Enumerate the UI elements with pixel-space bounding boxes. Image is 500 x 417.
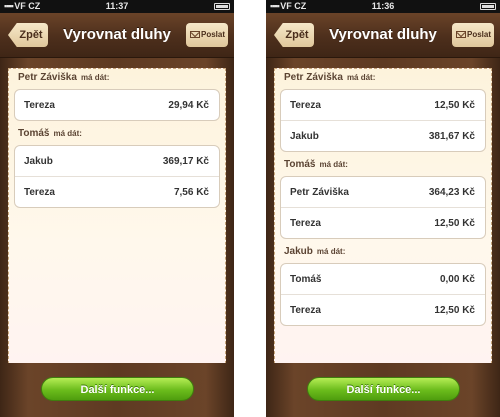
debt-group: Tereza 12,50 Kč Jakub 381,67 Kč <box>280 89 486 152</box>
send-button[interactable]: Poslat <box>186 23 228 47</box>
nav-bar: Zpět Vyrovnat dluhy Poslat <box>0 13 234 58</box>
debt-group: Petr Záviška 364,23 Kč Tereza 12,50 Kč <box>280 176 486 239</box>
send-button-label: Poslat <box>467 30 492 39</box>
creditor-name: Tereza <box>290 304 321 316</box>
debt-group: Tereza 29,94 Kč <box>14 89 220 121</box>
page-title: Vyrovnat dluhy <box>329 26 437 43</box>
table-row[interactable]: Tereza 12,50 Kč <box>281 90 485 120</box>
nav-bar: Zpět Vyrovnat dluhy Poslat <box>266 13 500 58</box>
amount: 12,50 Kč <box>434 99 475 111</box>
battery-icon <box>214 3 230 10</box>
debt-group: Tomáš 0,00 Kč Tereza 12,50 Kč <box>280 263 486 326</box>
group-header: Jakub má dát: <box>275 243 491 261</box>
table-row[interactable]: Tomáš 0,00 Kč <box>281 264 485 294</box>
debt-group: Jakub 369,17 Kč Tereza 7,56 Kč <box>14 145 220 208</box>
owes-label: má dát: <box>80 73 110 82</box>
owes-label: má dát: <box>316 247 346 256</box>
more-functions-button[interactable]: Další funkce... <box>41 377 194 401</box>
battery-icon <box>480 3 496 10</box>
creditor-name: Tomáš <box>290 273 322 285</box>
debtor-name: Tomáš <box>284 159 316 170</box>
creditor-name: Tereza <box>24 99 55 111</box>
bottom-bar: Další funkce... <box>0 363 234 417</box>
envelope-icon <box>456 31 466 38</box>
creditor-name: Tereza <box>290 99 321 111</box>
amount: 0,00 Kč <box>439 273 475 285</box>
table-row[interactable]: Jakub 381,67 Kč <box>281 120 485 151</box>
debtor-name: Tomáš <box>18 128 50 139</box>
status-bar: ▪▪▪▪ VF CZ 11:37 <box>0 0 234 13</box>
amount: 369,17 Kč <box>162 155 209 167</box>
creditor-name: Tereza <box>290 217 321 229</box>
bottom-bar: Další funkce... <box>266 363 500 417</box>
debtor-name: Jakub <box>284 246 313 257</box>
phone-screen-left: ▪▪▪▪ VF CZ 11:37 Zpět Vyrovnat dluhy Pos… <box>0 0 234 417</box>
owes-label: má dát: <box>53 129 82 138</box>
back-button[interactable]: Zpět <box>8 23 48 47</box>
debts-panel: Petr Záviška má dát: Tereza 12,50 Kč Jakub… <box>274 68 492 364</box>
amount: 381,67 Kč <box>428 130 475 142</box>
creditor-name: Jakub <box>24 155 53 167</box>
amount: 364,23 Kč <box>428 186 475 198</box>
creditor-name: Tereza <box>24 186 55 198</box>
envelope-icon <box>190 31 200 38</box>
phone-screen-right: ▪▪▪▪ VF CZ 11:36 Zpět Vyrovnat dluhy Pos… <box>266 0 500 417</box>
table-row[interactable]: Tereza 29,94 Kč <box>15 90 219 120</box>
send-button-label: Poslat <box>201 30 226 39</box>
group-header: Tomáš má dát: <box>9 125 225 143</box>
page-title: Vyrovnat dluhy <box>63 26 171 43</box>
status-bar: ▪▪▪▪ VF CZ 11:36 <box>266 0 500 13</box>
debtor-name: Petr Záviška <box>18 72 77 83</box>
group-header: Petr Záviška má dát: <box>275 69 491 87</box>
owes-label: má dát: <box>346 73 376 82</box>
amount: 12,50 Kč <box>434 217 475 229</box>
status-time: 11:37 <box>105 1 129 11</box>
more-functions-button[interactable]: Další funkce... <box>307 377 460 401</box>
table-row[interactable]: Tereza 12,50 Kč <box>281 294 485 325</box>
amount: 12,50 Kč <box>434 304 475 316</box>
group-header: Petr Záviška má dát: <box>9 69 225 87</box>
table-row[interactable]: Tereza 12,50 Kč <box>281 207 485 238</box>
table-row[interactable]: Petr Záviška 364,23 Kč <box>281 177 485 207</box>
send-button[interactable]: Poslat <box>452 23 494 47</box>
back-button[interactable]: Zpět <box>274 23 314 47</box>
debts-panel: Petr Záviška má dát: Tereza 29,94 Kč Tomáš… <box>8 68 226 364</box>
debtor-name: Petr Záviška <box>284 72 343 83</box>
amount: 7,56 Kč <box>173 186 209 198</box>
creditor-name: Petr Záviška <box>290 186 349 198</box>
table-row[interactable]: Jakub 369,17 Kč <box>15 146 219 176</box>
status-time: 11:36 <box>371 1 395 11</box>
creditor-name: Jakub <box>290 130 319 142</box>
amount: 29,94 Kč <box>168 99 209 111</box>
owes-label: má dát: <box>319 160 348 169</box>
table-row[interactable]: Tereza 7,56 Kč <box>15 176 219 207</box>
group-header: Tomáš má dát: <box>275 156 491 174</box>
